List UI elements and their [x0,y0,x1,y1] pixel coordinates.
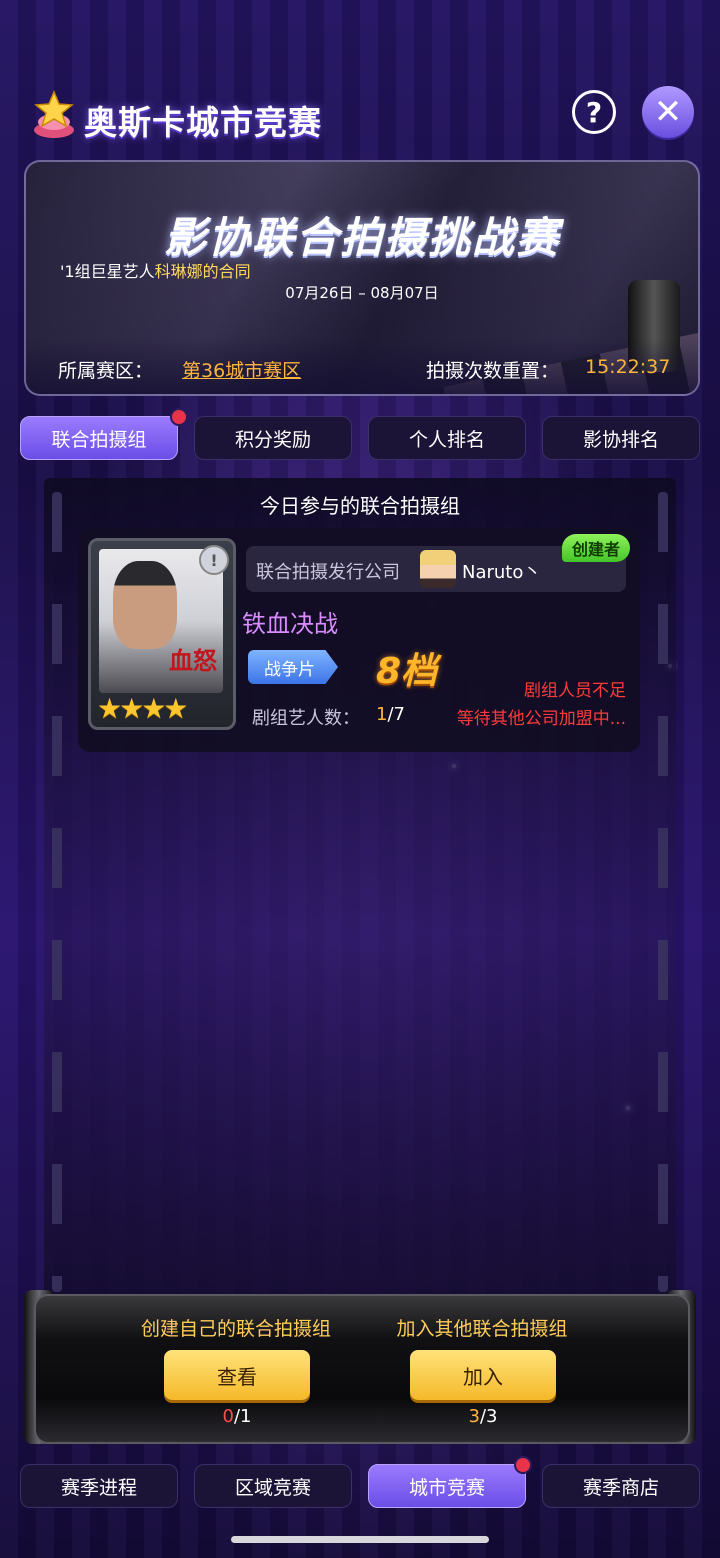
banner-subtitle-prefix: '1组巨星艺人 [60,262,155,281]
film-perforation-left [52,492,62,1292]
tab-joint-shooting[interactable]: 联合拍摄组 [20,416,178,460]
join-button[interactable]: 加入 [410,1350,556,1400]
nav-season-progress[interactable]: 赛季进程 [20,1464,178,1508]
close-button[interactable]: ✕ [642,86,694,138]
creator-badge: 创建者 [561,534,630,562]
movie-title: 铁血决战 [242,610,338,638]
tab-label: 影协排名 [582,428,659,451]
tab-label: 积分奖励 [234,428,311,451]
tab-label: 个人排名 [408,428,485,451]
tab-association-ranking[interactable]: 影协排名 [542,416,700,460]
tab-label: 联合拍摄组 [51,428,147,451]
notification-dot [514,1456,532,1474]
actor-portrait [113,561,177,649]
tab-personal-ranking[interactable]: 个人排名 [368,416,526,460]
question-mark-icon: ? [585,95,603,129]
status-waiting: 等待其他公司加盟中... [456,709,626,729]
shooting-group-card[interactable]: 血怒 ! ★★★★ 联合拍摄发行公司 Naruto丶 创建者 铁血决战 战争片 … [78,528,640,752]
join-count: 3/3 [410,1406,556,1427]
join-group-label: 加入其他联合拍摄组 [396,1318,568,1340]
banner-subtitle-highlight: 科琳娜的合同 [154,262,251,281]
nav-season-shop[interactable]: 赛季商店 [542,1464,700,1508]
help-button[interactable]: ? [572,90,616,134]
tab-points-reward[interactable]: 积分奖励 [194,416,352,460]
crew-total: /7 [387,704,405,725]
nav-label: 区域竞赛 [234,1476,311,1499]
nav-city-competition[interactable]: 城市竞赛 [368,1464,526,1508]
create-count-current: 0 [222,1406,234,1427]
join-count-total: /3 [479,1406,498,1427]
page-title: 奥斯卡城市竞赛 [84,103,322,142]
close-icon: ✕ [653,92,683,132]
event-banner: 影协联合拍摄挑战赛 '1组巨星艺人科琳娜的合同 07月26日 – 08月07日 … [24,160,700,396]
genre-tag: 战争片 [248,650,338,684]
company-row: 联合拍摄发行公司 Naruto丶 创建者 [246,534,630,592]
join-count-current: 3 [468,1406,480,1427]
avatar [420,550,456,588]
region-label: 所属赛区： [58,360,154,382]
banner-title: 影协联合拍摄挑战赛 [163,213,560,262]
notification-dot [170,408,188,426]
tab-bar: 联合拍摄组 积分奖励 个人排名 影协排名 [20,408,700,462]
tier-level: 8档 [376,651,438,692]
star-rating: ★★★★ [97,692,188,725]
view-button-label: 查看 [217,1364,257,1389]
info-icon[interactable]: ! [199,545,229,575]
home-indicator[interactable] [231,1536,489,1543]
crew-label: 剧组艺人数： [252,708,360,729]
trophy-logo-icon [34,90,74,138]
main-panel: 今日参与的联合拍摄组 血怒 ! ★★★★ 联合拍摄发行公司 Naruto丶 创建… [44,478,676,1308]
view-button[interactable]: 查看 [164,1350,310,1400]
nav-label: 城市竞赛 [408,1476,485,1499]
header: 奥斯卡城市竞赛 ? ✕ [26,86,694,148]
movie-poster[interactable]: 血怒 ! ★★★★ [88,538,236,730]
crew-current: 1 [376,704,388,725]
create-count-total: /1 [233,1406,252,1427]
event-dates: 07月26日 – 08月07日 [285,284,439,302]
create-count: 0/1 [164,1406,310,1427]
panel-title: 今日参与的联合拍摄组 [260,494,460,518]
nav-label: 赛季商店 [582,1476,659,1499]
action-scroll: 创建自己的联合拍摄组 加入其他联合拍摄组 查看 加入 0/1 3/3 [34,1294,690,1444]
crew-count: 1/7 [376,704,405,725]
banner-subtitle: '1组巨星艺人科琳娜的合同 [60,258,251,282]
film-perforation-right [658,492,668,1292]
info-icon-glyph: ! [210,550,218,570]
nav-regional-competition[interactable]: 区域竞赛 [194,1464,352,1508]
nav-label: 赛季进程 [60,1476,137,1499]
status-insufficient: 剧组人员不足 [524,681,626,701]
join-button-label: 加入 [463,1364,503,1389]
company-label: 联合拍摄发行公司 [256,562,400,583]
region-link[interactable]: 第36城市赛区 [182,356,301,383]
bottom-nav: 赛季进程 区域竞赛 城市竞赛 赛季商店 [20,1456,700,1510]
reset-countdown: 15:22:37 [585,356,671,378]
poster-title: 血怒 [169,647,217,675]
reset-label: 拍摄次数重置： [426,360,560,382]
company-user-name: Naruto丶 [462,562,542,583]
